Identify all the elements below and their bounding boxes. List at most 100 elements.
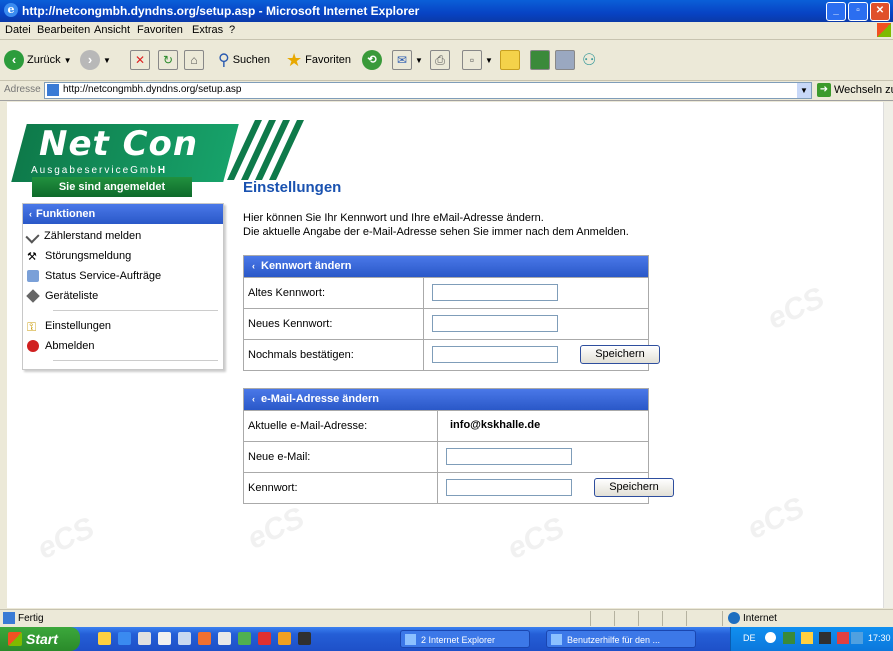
sidebar-item-abmelden[interactable]: Abmelden <box>27 340 95 352</box>
logo-name: Net Con <box>39 124 199 164</box>
window-title-bar[interactable]: e http://netcongmbh.dyndns.org/setup.asp… <box>0 0 893 22</box>
sidebar-item-einstellungen[interactable]: ⚿ Einstellungen <box>27 320 112 334</box>
save-email-button[interactable]: Speichern <box>594 478 674 497</box>
language-indicator[interactable]: DE <box>743 633 756 643</box>
mail-button[interactable]: ✉ ▼ <box>392 49 423 71</box>
windows-logo-icon <box>877 23 891 37</box>
tray-icon[interactable] <box>819 632 831 644</box>
quicklaunch-icon[interactable] <box>218 632 231 645</box>
sidebar-item-label: Abmelden <box>45 340 95 352</box>
sidebar-item-zaehlerstand[interactable]: Zählerstand melden <box>25 228 142 244</box>
menu-favoriten[interactable]: Favoriten <box>137 24 183 36</box>
sidebar-divider <box>53 310 218 311</box>
research-button[interactable] <box>555 49 575 71</box>
minimize-button[interactable]: _ <box>826 2 846 21</box>
confirm-password-field[interactable] <box>432 346 558 363</box>
tray-icon[interactable] <box>801 632 813 644</box>
task-benutzerhilfe[interactable]: Benutzerhilfe für den ... <box>546 630 696 648</box>
people-icon: ⚇ <box>582 52 597 69</box>
sidebar-item-geraete[interactable]: Geräteliste <box>26 289 99 303</box>
menu-ansicht[interactable]: Ansicht <box>94 24 130 36</box>
logo-subtitle: AusgabeserviceGmbH <box>31 165 168 176</box>
back-arrow-icon: ‹ <box>4 50 24 70</box>
email-password-field[interactable] <box>446 479 572 496</box>
watermark: eCS <box>242 501 310 556</box>
watermark: eCS <box>32 511 100 566</box>
quicklaunch-icon[interactable] <box>98 632 111 645</box>
sidebar-item-stoerung[interactable]: ⚒ Störungsmeldung <box>27 250 131 263</box>
window-title: http://netcongmbh.dyndns.org/setup.asp -… <box>22 4 420 18</box>
login-status-badge: Sie sind angemeldet <box>32 177 192 197</box>
folder-icon <box>500 50 520 70</box>
email-panel: ‹ e-Mail-Adresse ändern Aktuelle e-Mail-A… <box>243 388 674 504</box>
start-button[interactable]: Start <box>0 627 80 651</box>
clock[interactable]: 17:30 <box>868 633 891 643</box>
search-label: Suchen <box>232 54 271 66</box>
favorites-button[interactable]: ★ Favoriten <box>286 49 351 71</box>
sidebar-item-status[interactable]: Status Service-Aufträge <box>27 270 161 282</box>
address-label: Adresse <box>4 84 41 95</box>
search-button[interactable]: ⚲ Suchen <box>218 49 270 71</box>
save-password-button[interactable]: Speichern <box>580 345 660 364</box>
diamond-icon <box>26 289 40 303</box>
go-arrow-icon: ➜ <box>817 83 831 97</box>
task-internet-explorer[interactable]: 2 Internet Explorer <box>400 630 530 648</box>
new-email-row: Neue e-Mail: <box>244 441 648 472</box>
sidebar-item-label: Geräteliste <box>45 290 99 302</box>
task-label: Benutzerhilfe für den ... <box>567 635 661 645</box>
go-button[interactable]: ➜ Wechseln zu <box>817 83 893 97</box>
print-button[interactable]: ⎙ <box>430 49 450 71</box>
email-password-row: Kennwort: Speichern <box>244 472 674 503</box>
new-email-field[interactable] <box>446 448 572 465</box>
mail-icon: ✉ <box>392 50 412 70</box>
current-email-row: Aktuelle e-Mail-Adresse: info@kskhalle.d… <box>244 410 648 441</box>
menu-bearbeiten[interactable]: Bearbeiten <box>37 24 90 36</box>
quicklaunch-icon[interactable] <box>238 632 251 645</box>
quicklaunch-icon[interactable] <box>258 632 271 645</box>
quicklaunch-icon[interactable] <box>178 632 191 645</box>
sidebar-item-label: Einstellungen <box>45 320 112 332</box>
quicklaunch-ie-icon[interactable] <box>118 632 131 645</box>
tray-icon[interactable] <box>837 632 849 644</box>
edit-button[interactable]: ▫ ▼ <box>462 49 493 71</box>
menu-help[interactable]: ? <box>229 24 235 36</box>
star-icon: ★ <box>286 49 303 70</box>
page-icon <box>47 84 59 96</box>
new-password-field[interactable] <box>432 315 558 332</box>
menu-datei[interactable]: Datei <box>5 24 31 36</box>
quicklaunch-icon[interactable] <box>198 632 211 645</box>
address-input[interactable]: http://netcongmbh.dyndns.org/setup.asp ▼ <box>44 82 812 99</box>
home-button[interactable]: ⌂ <box>184 49 204 71</box>
tray-icon[interactable] <box>783 632 795 644</box>
folder-button[interactable] <box>500 49 520 71</box>
menu-extras[interactable]: Extras <box>192 24 223 36</box>
refresh-icon: ↻ <box>158 50 178 70</box>
refresh-button[interactable]: ↻ <box>158 49 178 71</box>
close-button[interactable]: ✕ <box>870 2 890 21</box>
system-tray: DE 17:30 <box>730 627 893 651</box>
task-label: 2 Internet Explorer <box>421 635 496 645</box>
sidebar-item-label: Zählerstand melden <box>44 230 142 242</box>
intro-text: Die aktuelle Angabe der e-Mail-Adresse s… <box>243 226 629 238</box>
password-panel: ‹ Kennwort ändern Altes Kennwort: Neues K… <box>243 255 660 371</box>
stop-button[interactable]: ✕ <box>130 49 150 71</box>
back-button[interactable]: ‹ Zurück ▼ <box>4 49 72 71</box>
old-password-field[interactable] <box>432 284 558 301</box>
chevron-down-icon: ▼ <box>103 55 111 65</box>
people-button[interactable]: ⚇ <box>582 49 596 71</box>
forward-button[interactable]: › ▼ <box>80 49 111 71</box>
chevron-down-icon[interactable]: ▼ <box>797 83 811 98</box>
maximize-button[interactable]: ▫ <box>848 2 868 21</box>
quicklaunch-icon[interactable] <box>138 632 151 645</box>
current-email-label: Aktuelle e-Mail-Adresse: <box>248 420 368 432</box>
quicklaunch-icon[interactable] <box>278 632 291 645</box>
quicklaunch-icon[interactable] <box>158 632 171 645</box>
messenger-button[interactable] <box>530 49 550 71</box>
tray-arrow-icon[interactable] <box>765 632 776 643</box>
tray-icon[interactable] <box>851 632 863 644</box>
vertical-scrollbar[interactable] <box>883 102 893 608</box>
history-button[interactable]: ⟲ <box>362 49 382 71</box>
quicklaunch-icon[interactable] <box>298 632 311 645</box>
go-label: Wechseln zu <box>834 84 893 96</box>
internet-zone-icon <box>728 612 740 624</box>
